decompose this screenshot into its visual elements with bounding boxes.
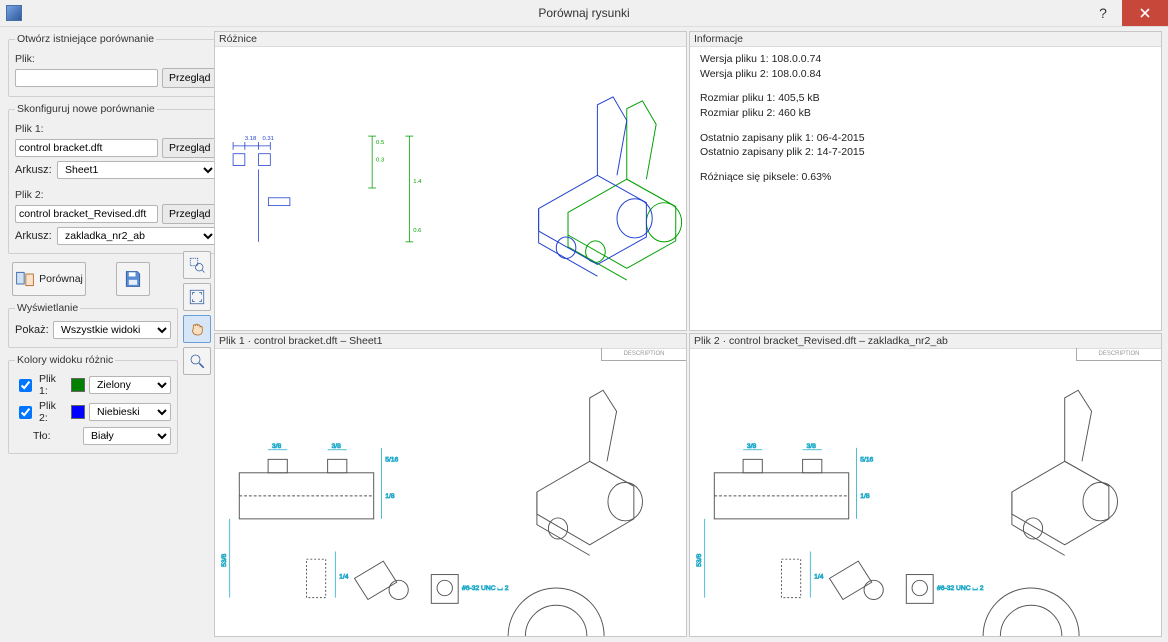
svg-text:3/8: 3/8 xyxy=(806,443,816,450)
file1-color-checkbox[interactable] xyxy=(19,379,32,392)
diff-drawing: 3.18 0.31 0.5 0.3 1.4 xyxy=(215,46,686,330)
svg-text:3/8: 3/8 xyxy=(331,443,341,450)
bg-color-label: Tło: xyxy=(33,430,61,442)
window-title: Porównaj rysunki xyxy=(0,6,1168,20)
svg-text:3/8: 3/8 xyxy=(747,443,757,450)
sheet2-label: Arkusz: xyxy=(15,230,53,242)
svg-text:53/8: 53/8 xyxy=(696,554,703,567)
svg-text:0.31: 0.31 xyxy=(262,136,273,142)
file2-color-swatch xyxy=(71,405,85,419)
file1-title: Plik 1 · control bracket.dft – Sheet1 xyxy=(215,334,686,349)
bg-color-select[interactable]: Biały xyxy=(83,427,171,445)
help-button[interactable]: ? xyxy=(1084,0,1122,26)
diff-pane[interactable]: Różnice 3.18 0.31 xyxy=(214,31,687,331)
diff-title: Różnice xyxy=(215,32,686,47)
svg-text:5/16: 5/16 xyxy=(385,456,398,463)
svg-text:53/8: 53/8 xyxy=(221,554,228,567)
compare-button[interactable]: Porównaj xyxy=(12,262,86,296)
info-ver2: Wersja pliku 2: 108.0.0.84 xyxy=(700,67,1151,82)
info-pane: Informacje Wersja pliku 1: 108.0.0.74 We… xyxy=(689,31,1162,331)
svg-text:0.6: 0.6 xyxy=(413,228,421,234)
diff-colors-legend: Kolory widoku różnic xyxy=(15,354,115,366)
svg-text:0.5: 0.5 xyxy=(376,140,385,146)
zoom-area-button[interactable] xyxy=(183,251,211,279)
info-saved2: Ostatnio zapisany plik 2: 14-7-2015 xyxy=(700,145,1151,160)
display-group: Wyświetlanie Pokaż: Wszystkie widoki xyxy=(8,302,178,348)
svg-text:1/8: 1/8 xyxy=(860,493,870,500)
file1-color-label: Plik 1: xyxy=(39,373,67,397)
display-legend: Wyświetlanie xyxy=(15,302,80,314)
window-controls: ? xyxy=(1084,0,1168,26)
info-size2: Rozmiar pliku 2: 460 kB xyxy=(700,106,1151,121)
save-icon xyxy=(123,269,143,289)
info-ver1: Wersja pliku 1: 108.0.0.74 xyxy=(700,52,1151,67)
titlebar: Porównaj rysunki ? xyxy=(0,0,1168,27)
file2-color-select[interactable]: Niebieski xyxy=(89,403,171,421)
configure-new-legend: Skonfiguruj nowe porównanie xyxy=(15,103,157,115)
diff-canvas[interactable]: 3.18 0.31 0.5 0.3 1.4 xyxy=(215,46,686,330)
file2-drawing: 3/8 3/8 5/16 1/8 53/8 1/4 #6-32 UNC ⌴ 2 xyxy=(690,348,1161,636)
open-file-input[interactable] xyxy=(15,69,158,87)
file1-pane[interactable]: Plik 1 · control bracket.dft – Sheet1 DE… xyxy=(214,333,687,637)
info-title: Informacje xyxy=(690,32,1161,47)
file1-color-swatch xyxy=(71,378,85,392)
show-select[interactable]: Wszystkie widoki xyxy=(53,321,171,339)
magnifier-icon xyxy=(188,352,206,370)
info-saved1: Ostatnio zapisany plik 1: 06-4-2015 xyxy=(700,131,1151,146)
compare-icon xyxy=(15,269,35,289)
view-tool-column xyxy=(182,27,212,642)
zoom-button[interactable] xyxy=(183,347,211,375)
info-pixels: Różniące się piksele: 0.63% xyxy=(700,170,1151,185)
pan-button[interactable] xyxy=(183,315,211,343)
svg-text:1/8: 1/8 xyxy=(385,493,395,500)
left-sidebar: Otwórz istniejące porównanie Plik: Przeg… xyxy=(0,27,182,642)
svg-text:#6-32 UNC ⌴ 2: #6-32 UNC ⌴ 2 xyxy=(937,585,984,592)
info-size1: Rozmiar pliku 1: 405,5 kB xyxy=(700,91,1151,106)
open-existing-legend: Otwórz istniejące porównanie xyxy=(15,33,156,45)
file2-canvas[interactable]: 3/8 3/8 5/16 1/8 53/8 1/4 #6-32 UNC ⌴ 2 xyxy=(690,348,1161,636)
file1-input[interactable] xyxy=(15,139,158,157)
file2-pane[interactable]: Plik 2 · control bracket_Revised.dft – z… xyxy=(689,333,1162,637)
save-button[interactable] xyxy=(116,262,150,296)
app-icon xyxy=(6,5,22,21)
file1-canvas[interactable]: 3/8 3/8 5/16 1/8 53/8 1/4 #6-32 UNC ⌴ 2 xyxy=(215,348,686,636)
svg-text:#6-32 UNC ⌴ 2: #6-32 UNC ⌴ 2 xyxy=(462,585,509,592)
compare-label: Porównaj xyxy=(39,273,83,285)
svg-text:0.3: 0.3 xyxy=(376,158,384,164)
file1-drawing: 3/8 3/8 5/16 1/8 53/8 1/4 #6-32 UNC ⌴ 2 xyxy=(215,348,686,636)
sheet1-label: Arkusz: xyxy=(15,164,53,176)
info-body: Wersja pliku 1: 108.0.0.74 Wersja pliku … xyxy=(690,46,1161,330)
svg-text:3/8: 3/8 xyxy=(272,443,282,450)
file2-input[interactable] xyxy=(15,205,158,223)
svg-text:1/4: 1/4 xyxy=(814,573,824,580)
svg-text:5/16: 5/16 xyxy=(860,456,873,463)
file2-color-checkbox[interactable] xyxy=(19,406,32,419)
svg-text:1.4: 1.4 xyxy=(413,179,422,185)
zoom-area-icon xyxy=(188,256,206,274)
close-button[interactable] xyxy=(1122,0,1168,26)
diff-colors-group: Kolory widoku różnic Plik 1: Zielony Pli… xyxy=(8,354,178,454)
file1-color-select[interactable]: Zielony xyxy=(89,376,171,394)
viewport-grid: Różnice 3.18 0.31 xyxy=(212,27,1168,642)
pan-hand-icon xyxy=(188,320,206,338)
svg-text:1/4: 1/4 xyxy=(339,573,349,580)
fit-icon xyxy=(188,288,206,306)
show-label: Pokaż: xyxy=(15,324,49,336)
file2-color-label: Plik 2: xyxy=(39,400,67,424)
svg-text:3.18: 3.18 xyxy=(245,136,256,142)
file2-title: Plik 2 · control bracket_Revised.dft – z… xyxy=(690,334,1161,349)
fit-button[interactable] xyxy=(183,283,211,311)
